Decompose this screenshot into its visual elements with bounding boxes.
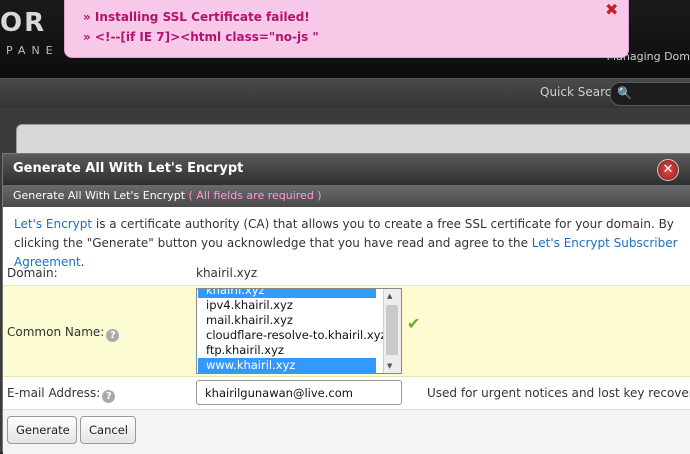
email-row: E-mail Address:? Used for urgent notices… [3,377,690,409]
subheader-title: Generate All With Let's Encrypt [13,189,186,202]
dialog-title: Generate All With Let's Encrypt [13,161,244,176]
dialog-close-icon[interactable]: ✕ [657,159,679,181]
question-icon[interactable]: ? [106,329,120,342]
scrollbar-thumb[interactable] [386,305,398,355]
cancel-button[interactable]: Cancel [80,416,136,444]
lets-encrypt-link[interactable]: Let's Encrypt [14,217,92,231]
question-icon[interactable]: ? [102,390,116,403]
scroll-up-icon[interactable]: ▲ [387,292,392,300]
scroll-down-icon[interactable]: ▼ [387,362,392,370]
app-logo: OR [0,8,47,38]
list-item[interactable]: cloudflare-resolve-to.khairil.xyz [198,328,387,343]
domain-label: Domain: [7,266,58,280]
search-icon[interactable]: 🔍 [617,86,632,100]
listbox-scrollbar[interactable]: ▲ ▼ [383,289,401,373]
quick-search-input[interactable]: 🔍 [610,82,690,106]
list-item[interactable]: khairil.xyz [198,289,376,298]
error-notification: » Installing SSL Certificate failed! » <… [64,0,629,58]
email-field[interactable] [196,380,402,405]
common-name-label: Common Name: [7,325,105,339]
email-label-wrap: E-mail Address:? [7,386,116,403]
generate-button[interactable]: Generate [7,416,77,444]
notification-line-2: » <!--[if IE 7]><html class="no-js " [83,30,319,44]
dialog-titlebar: Generate All With Let's Encrypt ✕ [3,154,690,185]
domain-row: Domain: khairil.xyz [3,261,690,285]
lets-encrypt-dialog: Generate All With Let's Encrypt ✕ Genera… [2,153,690,454]
list-item[interactable]: ipv4.khairil.xyz [198,298,376,313]
dialog-subheader: Generate All With Let's Encrypt ( All fi… [3,185,690,207]
common-name-row: Common Name:? khairil.xyz ipv4.khairil.x… [3,285,690,377]
checkmark-icon: ✔ [407,314,421,333]
list-item[interactable]: www.khairil.xyz [198,358,376,373]
app-logo-sub: PANE [6,44,59,57]
list-item[interactable]: mail.khairil.xyz [198,313,376,328]
close-icon[interactable]: ✖ [605,0,618,19]
dialog-footer: Generate Cancel [3,409,690,454]
email-label: E-mail Address: [7,386,101,400]
navbar: Quick Search 🔍 [0,78,690,109]
notification-line-1: » Installing SSL Certificate failed! [83,10,310,24]
domain-value: khairil.xyz [196,266,258,280]
common-name-listbox[interactable]: khairil.xyz ipv4.khairil.xyz mail.khairi… [196,288,402,374]
list-item[interactable]: ftp.khairil.xyz [198,343,376,358]
common-name-label-wrap: Common Name:? [7,325,120,342]
quick-search-label: Quick Search [540,85,619,99]
email-note: Used for urgent notices and lost key rec… [427,386,690,400]
required-note: ( All fields are required ) [188,189,322,202]
